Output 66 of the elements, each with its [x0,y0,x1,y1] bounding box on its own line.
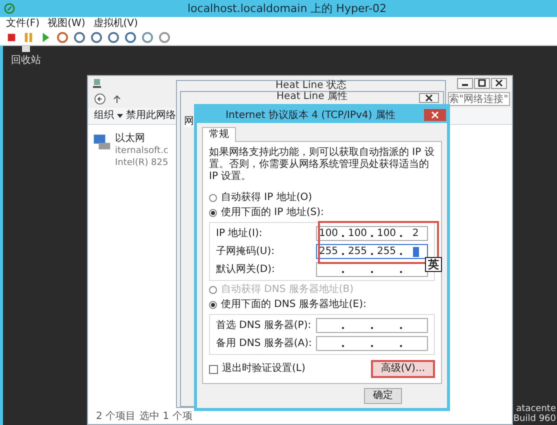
tab[interactable]: 网 [184,116,194,127]
caret-icon[interactable] [117,113,123,119]
field-label: 首选 DNS 服务器(P): [216,320,312,332]
stop-icon[interactable] [6,32,17,43]
edition-text: Build 960 [513,414,556,424]
menu-item[interactable]: 文件(F) [6,17,40,30]
field-label: 备用 DNS 服务器(A): [216,338,312,350]
adapter-detail: iternalsoft.c [115,145,168,157]
text-selection [412,246,418,256]
field-label: 默认网关(D): [216,264,275,276]
ip-octet: 100 [318,228,338,240]
desktop-icon-label: 回收站 [11,54,41,67]
organize-menu[interactable]: 组织 [94,110,114,122]
ip-address-field[interactable] [316,336,428,351]
adapter-name[interactable]: 以太网 [115,133,145,145]
radio-label: 自动获得 IP 地址(O) [221,192,312,204]
menu-item[interactable]: 虚拟机(V) [93,17,138,30]
ip-octet: 2 [412,228,419,240]
ok-button[interactable]: 确定 [364,388,402,404]
status-text: 选中 1 个项 [140,411,192,423]
ip-octet: 255 [318,246,338,258]
ip-address-field[interactable] [316,318,428,333]
app-icon [4,3,15,14]
close-button[interactable] [491,78,507,88]
close-icon [425,94,433,102]
radio-label: 自动获得 DNS 服务器地址(B) [221,284,354,296]
radio-label: 使用下面的 IP 地址(S): [221,207,324,219]
window-title: Heat Line 属性 [276,92,348,102]
radio-button[interactable] [209,209,217,217]
ime-mode-tooltip: 英 [425,257,442,272]
radio-button[interactable] [209,194,217,202]
close-button[interactable] [419,93,439,103]
toolbar-command[interactable]: 禁用此网络 [126,110,176,122]
maximize-icon [478,79,486,87]
minimize-button[interactable] [457,78,473,88]
close-icon [431,111,439,119]
ip-octet: 100 [376,228,396,240]
status-text: 2 个项目 [96,411,136,423]
radio-button[interactable] [209,301,217,309]
field-label: 子网掩码(U): [216,246,274,258]
tab[interactable]: 常规 [202,127,236,142]
close-icon [495,79,503,87]
window-title: Heat Line 状态 [276,81,346,91]
field-label: IP 地址(I): [216,228,262,240]
play-icon[interactable] [40,32,51,43]
adapter-detail: Intel(R) 825 [115,157,168,169]
ip-octet: 255 [376,246,396,258]
description-text: 如果网络支持此功能，则可以获取自动指派的 IP 设置。否则，你需要从网络系统管理员处获得适当的 IP 设置。 [209,147,435,183]
edition-text: atacente [516,404,556,414]
search-field[interactable]: 索"网络连接" [448,92,510,106]
ip-address-field[interactable]: 255 255 255 [316,244,428,259]
dialog-title: Internet 协议版本 4 (TCP/IPv4) 属性 [224,108,396,122]
advanced-button[interactable]: 高级(V)... [370,360,435,378]
ip-octet: 100 [348,228,368,240]
checkbox-label: 退出时验证设置(L) [222,363,306,375]
radio-label: 使用下面的 DNS 服务器地址(E): [221,299,366,311]
network-adapter-icon[interactable] [92,133,112,151]
ip-octet: 255 [348,246,368,258]
back-icon[interactable] [94,93,106,105]
checkbox[interactable] [209,364,218,374]
menu-item[interactable]: 视图(W) [48,17,86,30]
network-icon [92,78,102,88]
ip-address-field[interactable]: 100 100 100 2 [316,226,428,241]
maximize-button[interactable] [474,78,490,88]
up-arrow-icon[interactable] [112,94,122,104]
window-title: localhost.localdomain 上的 Hyper-02 [186,1,388,16]
